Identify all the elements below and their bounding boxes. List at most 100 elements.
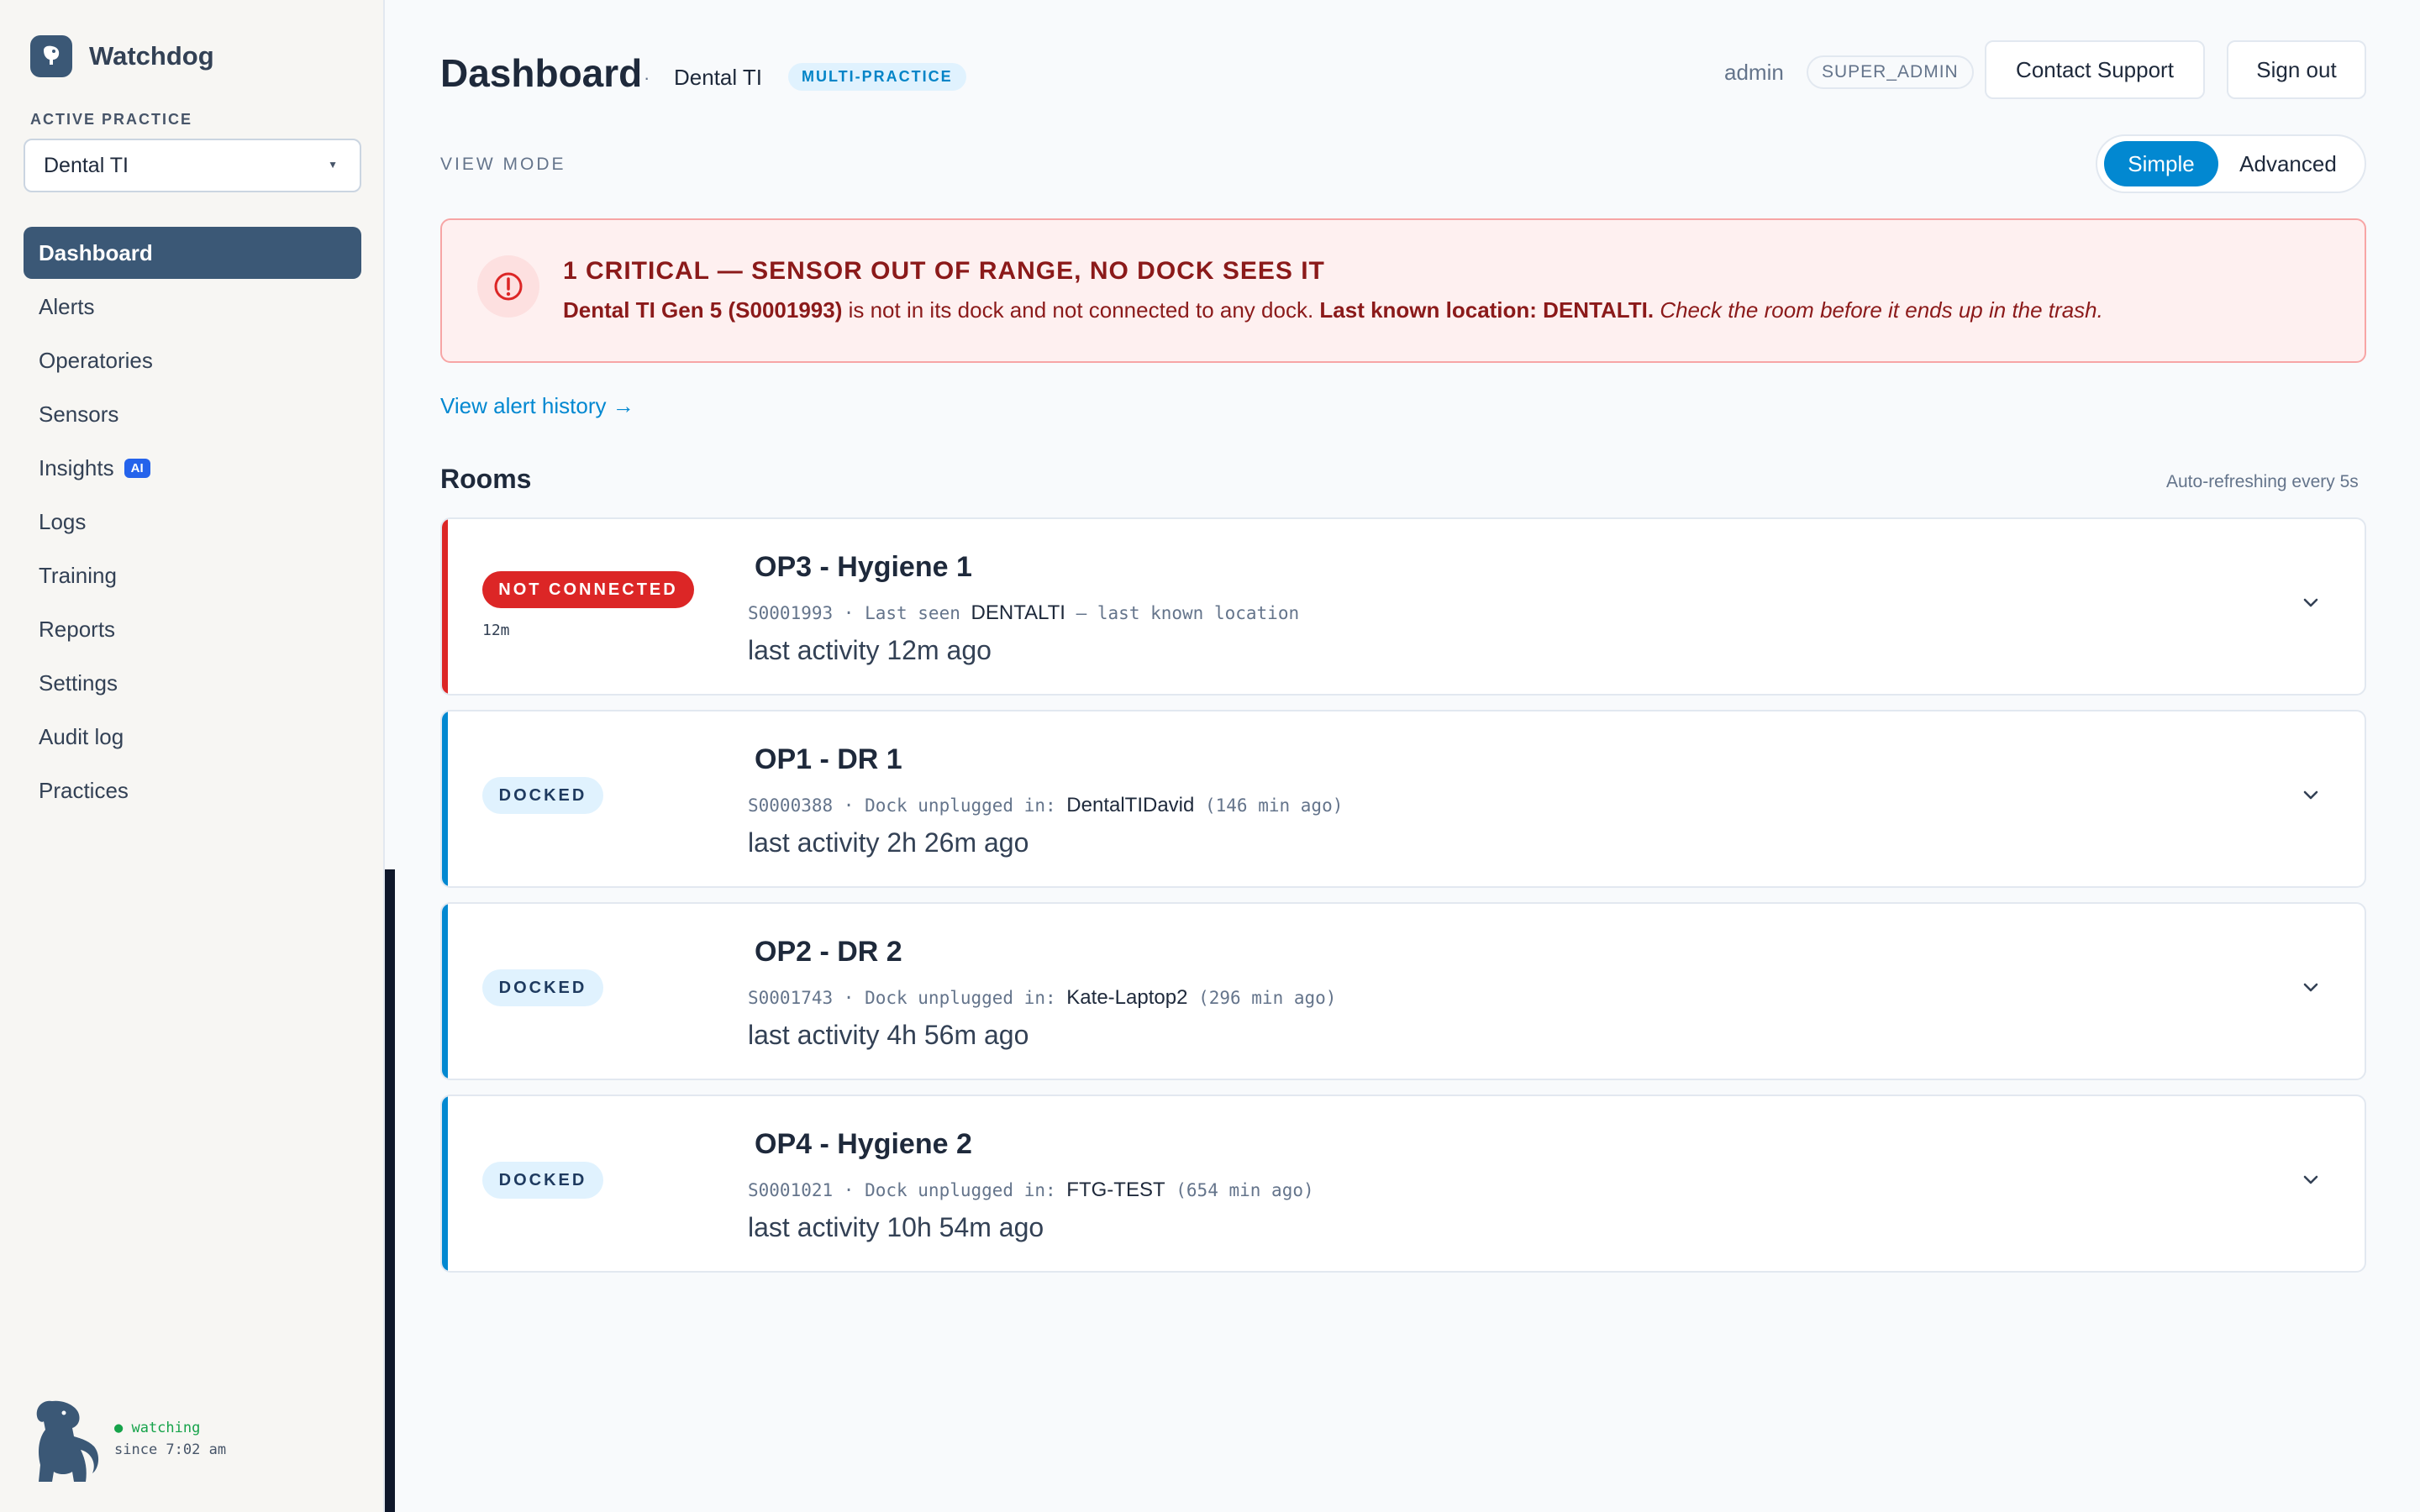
watching-status: ● watching — [114, 1420, 201, 1436]
chevron-down-icon[interactable] — [2301, 1170, 2321, 1190]
sidebar-item-label: Insights — [39, 454, 114, 480]
sidebar-item-sensors[interactable]: Sensors — [24, 388, 361, 440]
sidebar: Watchdog ACTIVE PRACTICE Dental TI ▼ Das… — [0, 0, 385, 1512]
room-name: OP4 - Hygiene 2 — [755, 1128, 972, 1160]
sidebar-item-label: Reports — [39, 616, 116, 642]
rooms-title: Rooms — [440, 464, 532, 494]
sidebar-item-settings[interactable]: Settings — [24, 657, 361, 709]
status-duration: 12m — [482, 622, 510, 639]
status-stripe — [442, 1096, 448, 1271]
room-activity: last activity 2h 26m ago — [748, 827, 1029, 858]
caret-down-icon: ▼ — [328, 159, 338, 171]
sidebar-item-label: Settings — [39, 669, 118, 696]
auto-refresh-note: Auto-refreshing every 5s — [2166, 472, 2359, 491]
sidebar-item-training[interactable]: Training — [24, 549, 361, 601]
status-badge: NOT CONNECTED — [482, 571, 694, 608]
room-meta-prefix: S0001743 · Dock unplugged in: — [748, 988, 1067, 1008]
active-practice-label: ACTIVE PRACTICE — [30, 111, 193, 128]
sidebar-item-alerts[interactable]: Alerts — [24, 281, 361, 333]
room-meta-suffix: (654 min ago) — [1165, 1180, 1314, 1200]
chevron-down-icon[interactable] — [2301, 785, 2321, 806]
chevron-down-icon[interactable] — [2301, 978, 2321, 998]
room-activity: last activity 12m ago — [748, 635, 992, 665]
room-meta: S0001743 · Dock unplugged in: Kate-Lapto… — [748, 986, 1336, 1010]
header-practice-name: Dental TI — [674, 65, 763, 90]
status-badge: DOCKED — [482, 969, 603, 1006]
room-meta: S0001021 · Dock unplugged in: FTG-TEST (… — [748, 1179, 1314, 1202]
room-meta-suffix: — last known location — [1065, 603, 1300, 623]
room-meta-suffix: (296 min ago) — [1187, 988, 1337, 1008]
contact-support-button[interactable]: Contact Support — [1985, 40, 2205, 99]
sign-out-button[interactable]: Sign out — [2227, 40, 2366, 99]
sidebar-item-practices[interactable]: Practices — [24, 764, 361, 816]
alert-title: 1 CRITICAL — SENSOR OUT OF RANGE, NO DOC… — [563, 257, 1325, 285]
chevron-down-icon[interactable] — [2301, 593, 2321, 613]
brand[interactable]: Watchdog — [30, 35, 214, 77]
watchdog-logo-icon — [30, 35, 72, 77]
room-meta-host: DentalTIDavid — [1066, 794, 1195, 816]
role-badge: SUPER_ADMIN — [1807, 55, 1974, 89]
room-meta: S0000388 · Dock unplugged in: DentalTIDa… — [748, 794, 1343, 817]
watching-since: since 7:02 am — [114, 1441, 227, 1458]
room-meta-prefix: S0001993 · Last seen — [748, 603, 971, 623]
sidebar-item-insights[interactable]: Insights AI — [24, 442, 361, 494]
room-name: OP3 - Hygiene 1 — [755, 551, 972, 583]
view-mode-simple[interactable]: Simple — [2104, 141, 2218, 186]
sidebar-item-operatories[interactable]: Operatories — [24, 334, 361, 386]
room-activity: last activity 10h 54m ago — [748, 1212, 1044, 1242]
sidebar-item-label: Audit log — [39, 723, 124, 749]
room-card[interactable]: DOCKED OP2 - DR 2 S0001743 · Dock unplug… — [440, 902, 2366, 1080]
critical-alert-banner: 1 CRITICAL — SENSOR OUT OF RANGE, NO DOC… — [440, 218, 2366, 363]
dog-mascot-icon — [27, 1394, 104, 1493]
sidebar-item-label: Training — [39, 562, 117, 588]
alert-circle-icon — [477, 255, 539, 318]
room-meta-host: FTG-TEST — [1066, 1179, 1165, 1201]
alert-advice: Check the room before it ends up in the … — [1654, 297, 2103, 323]
room-meta-suffix: (146 min ago) — [1194, 795, 1344, 816]
status-stripe — [442, 711, 448, 886]
sidebar-item-label: Operatories — [39, 347, 153, 373]
view-mode-toggle: Simple Advanced — [2096, 134, 2366, 193]
sidebar-item-reports[interactable]: Reports — [24, 603, 361, 655]
view-alert-history-link[interactable]: View alert history → — [440, 393, 634, 419]
sidebar-item-label: Alerts — [39, 293, 95, 319]
page-title: Dashboard — [440, 51, 643, 95]
practice-select-value: Dental TI — [44, 153, 129, 177]
room-card[interactable]: NOT CONNECTED 12m OP3 - Hygiene 1 S00019… — [440, 517, 2366, 696]
sidebar-item-audit-log[interactable]: Audit log — [24, 711, 361, 763]
multi-practice-badge: MULTI-PRACTICE — [788, 63, 966, 91]
sidebar-item-label: Logs — [39, 508, 87, 534]
status-badge: DOCKED — [482, 1162, 603, 1199]
alert-body: Dental TI Gen 5 (S0001993) is not in its… — [563, 297, 2103, 323]
room-meta: S0001993 · Last seen DENTALTI — last kno… — [748, 601, 1299, 625]
room-meta-prefix: S0001021 · Dock unplugged in: — [748, 1180, 1067, 1200]
view-mode-label: VIEW MODE — [440, 155, 566, 174]
practice-select[interactable]: Dental TI ▼ — [24, 139, 361, 192]
status-badge: DOCKED — [482, 777, 603, 814]
alert-device: Dental TI Gen 5 (S0001993) — [563, 297, 843, 323]
sidebar-nav: Dashboard Alerts Operatories Sensors Ins… — [24, 227, 361, 818]
room-meta-prefix: S0000388 · Dock unplugged in: — [748, 795, 1067, 816]
status-stripe — [442, 904, 448, 1079]
sidebar-item-logs[interactable]: Logs — [24, 496, 361, 548]
ai-badge: AI — [124, 458, 150, 478]
sidebar-item-label: Practices — [39, 777, 129, 803]
title-separator: · — [644, 67, 650, 88]
room-card[interactable]: DOCKED OP4 - Hygiene 2 S0001021 · Dock u… — [440, 1095, 2366, 1273]
room-card[interactable]: DOCKED OP1 - DR 1 S0000388 · Dock unplug… — [440, 710, 2366, 888]
sidebar-item-label: Sensors — [39, 401, 119, 427]
room-activity: last activity 4h 56m ago — [748, 1020, 1029, 1050]
room-name: OP1 - DR 1 — [755, 743, 902, 775]
alert-middle: is not in its dock and not connected to … — [842, 297, 1320, 323]
view-mode-advanced[interactable]: Advanced — [2225, 141, 2351, 186]
alert-location: Last known location: DENTALTI. — [1319, 297, 1655, 323]
room-name: OP2 - DR 2 — [755, 936, 902, 968]
sidebar-scrollbar[interactable] — [385, 869, 395, 1512]
status-stripe — [442, 519, 448, 694]
brand-name: Watchdog — [89, 41, 214, 71]
room-meta-host: Kate-Laptop2 — [1066, 986, 1188, 1009]
user-name: admin — [1724, 60, 1784, 85]
sidebar-item-label: Dashboard — [39, 239, 153, 265]
sidebar-item-dashboard[interactable]: Dashboard — [24, 227, 361, 279]
room-meta-host: DENTALTI — [971, 601, 1065, 624]
